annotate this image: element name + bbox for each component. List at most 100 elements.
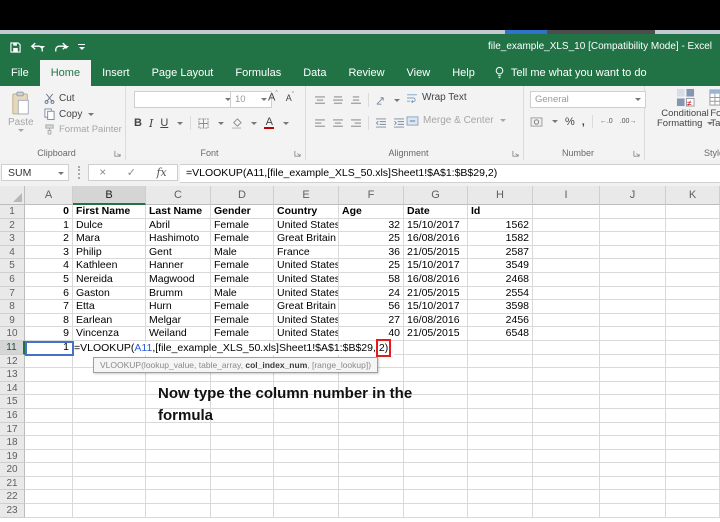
column-header-f[interactable]: F bbox=[339, 186, 404, 205]
cell-a18[interactable] bbox=[25, 436, 73, 450]
cell-j23[interactable] bbox=[600, 504, 666, 518]
cell-e9[interactable]: United States bbox=[274, 314, 339, 328]
cell-f21[interactable] bbox=[339, 477, 404, 491]
clipboard-dialog-launcher[interactable] bbox=[114, 150, 121, 157]
cell-i23[interactable] bbox=[533, 504, 600, 518]
cell-e4[interactable]: France bbox=[274, 246, 339, 260]
underline-button[interactable]: U bbox=[160, 117, 168, 129]
qat-customize-icon[interactable] bbox=[78, 44, 85, 50]
cell-c19[interactable] bbox=[146, 450, 211, 464]
paste-button[interactable]: Paste bbox=[8, 91, 34, 132]
cell-h17[interactable] bbox=[468, 423, 533, 437]
cell-j15[interactable] bbox=[600, 395, 666, 409]
cell-b8[interactable]: Etta bbox=[73, 300, 146, 314]
cell-i8[interactable] bbox=[533, 300, 600, 314]
cell-a20[interactable] bbox=[25, 463, 73, 477]
cell-i15[interactable] bbox=[533, 395, 600, 409]
column-header-g[interactable]: G bbox=[404, 186, 468, 205]
cell-g11[interactable] bbox=[404, 341, 468, 355]
format-as-table-button[interactable]: ForTa bbox=[709, 88, 720, 129]
cell-c23[interactable] bbox=[146, 504, 211, 518]
cell-b3[interactable]: Mara bbox=[73, 232, 146, 246]
cell-c7[interactable]: Brumm bbox=[146, 287, 211, 301]
cell-c10[interactable]: Weiland bbox=[146, 327, 211, 341]
cell-i19[interactable] bbox=[533, 450, 600, 464]
cell-j2[interactable] bbox=[600, 219, 666, 233]
cell-a1[interactable]: 0 bbox=[25, 205, 73, 219]
cell-i7[interactable] bbox=[533, 287, 600, 301]
column-header-k[interactable]: K bbox=[666, 186, 720, 205]
cell-j4[interactable] bbox=[600, 246, 666, 260]
cell-g5[interactable]: 15/10/2017 bbox=[404, 259, 468, 273]
cell-f9[interactable]: 27 bbox=[339, 314, 404, 328]
cell-a4[interactable]: 3 bbox=[25, 246, 73, 260]
cell-j18[interactable] bbox=[600, 436, 666, 450]
cell-c9[interactable]: Melgar bbox=[146, 314, 211, 328]
cell-f19[interactable] bbox=[339, 450, 404, 464]
cell-i14[interactable] bbox=[533, 382, 600, 396]
row-header-19[interactable]: 19 bbox=[0, 450, 25, 464]
cell-d6[interactable]: Female bbox=[211, 273, 274, 287]
cell-i2[interactable] bbox=[533, 219, 600, 233]
cell-d9[interactable]: Female bbox=[211, 314, 274, 328]
tab-formulas[interactable]: Formulas bbox=[224, 60, 292, 86]
cell-g9[interactable]: 16/08/2016 bbox=[404, 314, 468, 328]
cell-g15[interactable] bbox=[404, 395, 468, 409]
cell-b6[interactable]: Nereida bbox=[73, 273, 146, 287]
select-all-corner[interactable] bbox=[0, 186, 25, 205]
tab-view[interactable]: View bbox=[396, 60, 442, 86]
column-header-a[interactable]: A bbox=[25, 186, 73, 205]
font-color-icon[interactable]: A bbox=[264, 117, 274, 130]
cell-a13[interactable] bbox=[25, 368, 73, 382]
cell-k16[interactable] bbox=[666, 409, 720, 423]
font-color-caret[interactable] bbox=[283, 122, 289, 125]
cell-i3[interactable] bbox=[533, 232, 600, 246]
cell-f1[interactable]: Age bbox=[339, 205, 404, 219]
cell-i22[interactable] bbox=[533, 490, 600, 504]
cell-a15[interactable] bbox=[25, 395, 73, 409]
cell-i5[interactable] bbox=[533, 259, 600, 273]
cell-h10[interactable]: 6548 bbox=[468, 327, 533, 341]
cell-d22[interactable] bbox=[211, 490, 274, 504]
tab-data[interactable]: Data bbox=[292, 60, 337, 86]
cell-b18[interactable] bbox=[73, 436, 146, 450]
cell-k5[interactable] bbox=[666, 259, 720, 273]
cell-f4[interactable]: 36 bbox=[339, 246, 404, 260]
fill-color-icon[interactable] bbox=[231, 118, 242, 129]
cell-a5[interactable]: 4 bbox=[25, 259, 73, 273]
cell-k19[interactable] bbox=[666, 450, 720, 464]
cell-a9[interactable]: 8 bbox=[25, 314, 73, 328]
cell-h15[interactable] bbox=[468, 395, 533, 409]
align-center-icon[interactable] bbox=[332, 119, 344, 128]
row-header-4[interactable]: 4 bbox=[0, 246, 25, 260]
cell-g18[interactable] bbox=[404, 436, 468, 450]
cell-d1[interactable]: Gender bbox=[211, 205, 274, 219]
cell-i11[interactable] bbox=[533, 341, 600, 355]
cell-h21[interactable] bbox=[468, 477, 533, 491]
cell-h9[interactable]: 2456 bbox=[468, 314, 533, 328]
cell-f18[interactable] bbox=[339, 436, 404, 450]
cell-h11[interactable] bbox=[468, 341, 533, 355]
fill-color-caret[interactable] bbox=[251, 122, 257, 125]
cell-d21[interactable] bbox=[211, 477, 274, 491]
save-icon[interactable] bbox=[10, 42, 21, 53]
cell-g23[interactable] bbox=[404, 504, 468, 518]
cell-k9[interactable] bbox=[666, 314, 720, 328]
copy-button[interactable]: Copy bbox=[44, 108, 94, 120]
enter-icon[interactable]: ✓ bbox=[127, 166, 136, 179]
percent-style-button[interactable]: % bbox=[565, 116, 575, 128]
cell-j14[interactable] bbox=[600, 382, 666, 396]
cell-j6[interactable] bbox=[600, 273, 666, 287]
redo-icon[interactable] bbox=[54, 42, 69, 53]
cell-c4[interactable]: Gent bbox=[146, 246, 211, 260]
cell-h12[interactable] bbox=[468, 355, 533, 369]
cell-d18[interactable] bbox=[211, 436, 274, 450]
tab-review[interactable]: Review bbox=[337, 60, 395, 86]
cell-a2[interactable]: 1 bbox=[25, 219, 73, 233]
cell-a16[interactable] bbox=[25, 409, 73, 423]
row-header-5[interactable]: 5 bbox=[0, 259, 25, 273]
cell-g1[interactable]: Date bbox=[404, 205, 468, 219]
cell-f3[interactable]: 25 bbox=[339, 232, 404, 246]
cell-j12[interactable] bbox=[600, 355, 666, 369]
decrease-indent-icon[interactable] bbox=[375, 118, 387, 128]
